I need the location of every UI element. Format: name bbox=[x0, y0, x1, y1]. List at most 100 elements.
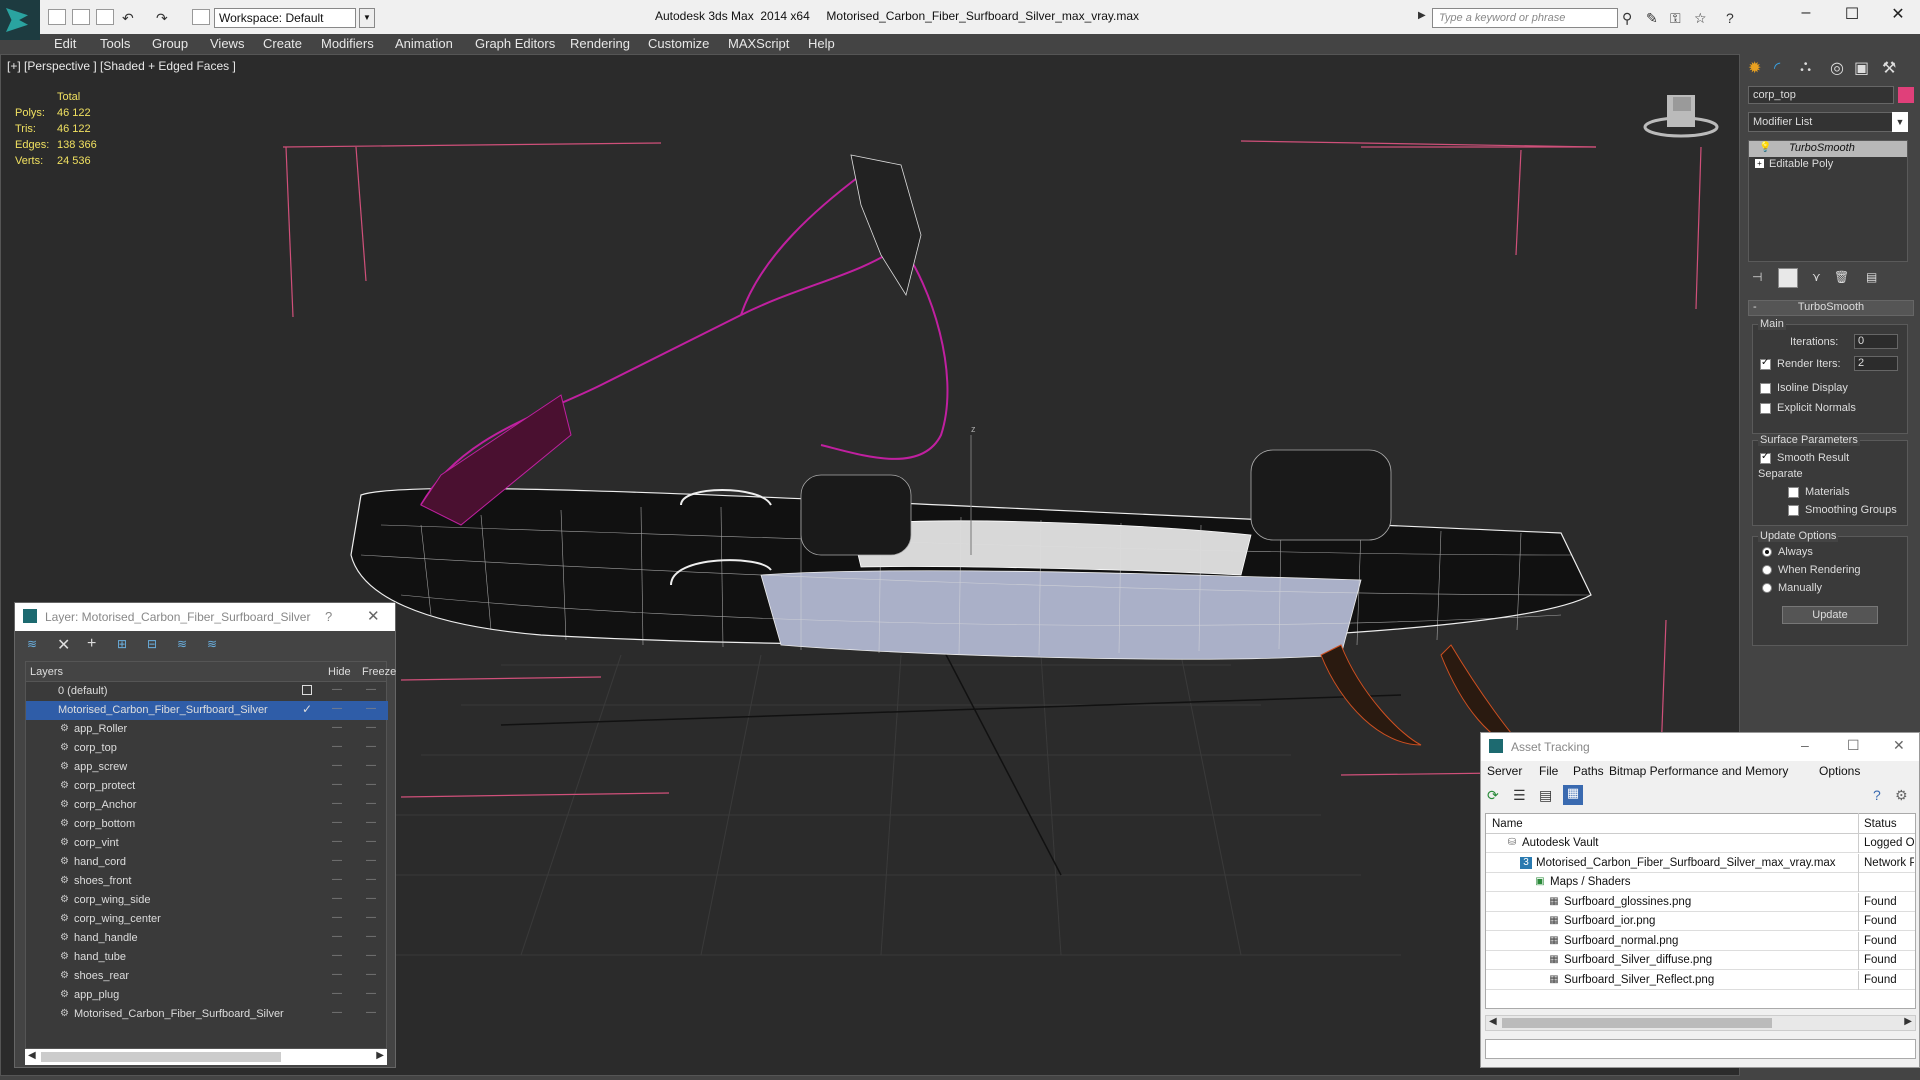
hide-toggle-icon[interactable]: — bbox=[332, 988, 342, 999]
new-file-icon[interactable] bbox=[48, 9, 66, 25]
scroll-right-icon[interactable]: ▶ bbox=[1904, 1016, 1912, 1027]
render-iters-toggle[interactable]: Render Iters: bbox=[1760, 357, 1841, 370]
layer-object-row[interactable]: ⚙ corp_bottom — — bbox=[26, 815, 388, 834]
help-button[interactable]: ? bbox=[325, 609, 332, 624]
when-rendering-radio[interactable] bbox=[1762, 565, 1772, 576]
object-color-swatch[interactable] bbox=[1898, 87, 1914, 103]
freeze-toggle-icon[interactable]: — bbox=[366, 722, 376, 733]
highlight-layer-icon[interactable]: ≋ bbox=[177, 637, 187, 651]
menu-animation[interactable]: Animation bbox=[395, 36, 453, 51]
binoculars-icon[interactable]: ⚲ bbox=[1622, 10, 1632, 27]
settings-icon[interactable]: ⚙ bbox=[1895, 787, 1908, 804]
layer-object-row[interactable]: ⚙ app_screw — — bbox=[26, 758, 388, 777]
active-layer-icon[interactable] bbox=[302, 685, 312, 695]
undo-icon[interactable]: ↶ bbox=[122, 10, 134, 27]
help-icon[interactable]: ? bbox=[1726, 10, 1734, 26]
column-divider[interactable] bbox=[1858, 813, 1859, 833]
scroll-left-icon[interactable]: ◀ bbox=[1489, 1016, 1497, 1027]
hide-toggle-icon[interactable]: — bbox=[332, 893, 342, 904]
smoothing-groups-checkbox[interactable] bbox=[1788, 504, 1799, 516]
smooth-result-toggle[interactable]: Smooth Result bbox=[1760, 451, 1849, 464]
hide-toggle-icon[interactable]: — bbox=[332, 817, 342, 828]
hide-toggle-icon[interactable]: — bbox=[332, 798, 342, 809]
col-hide[interactable]: Hide bbox=[328, 666, 351, 678]
asset-horizontal-scrollbar[interactable]: ◀ ▶ bbox=[1485, 1015, 1916, 1031]
hide-toggle-icon[interactable]: — bbox=[332, 741, 342, 752]
freeze-toggle-icon[interactable]: — bbox=[366, 969, 376, 980]
freeze-toggle-icon[interactable]: — bbox=[366, 798, 376, 809]
asset-row[interactable]: 3 Motorised_Carbon_Fiber_Surfboard_Silver… bbox=[1486, 853, 1915, 873]
scroll-left-icon[interactable]: ◀ bbox=[28, 1050, 36, 1061]
layer-horizontal-scrollbar[interactable]: ◀ ▶ bbox=[25, 1049, 387, 1065]
freeze-toggle-icon[interactable]: — bbox=[366, 836, 376, 847]
remove-modifier-icon[interactable]: 🗑 bbox=[1834, 270, 1849, 284]
menu-server[interactable]: Server bbox=[1487, 764, 1522, 778]
hide-toggle-icon[interactable]: — bbox=[332, 931, 342, 942]
close-icon[interactable]: ✕ bbox=[1878, 4, 1918, 24]
layer-object-row[interactable]: ⚙ app_Roller — — bbox=[26, 720, 388, 739]
isoline-checkbox[interactable] bbox=[1760, 382, 1771, 394]
layer-object-row[interactable]: ⚙ corp_Anchor — — bbox=[26, 796, 388, 815]
delete-layer-icon[interactable]: ✕ bbox=[57, 635, 70, 655]
hide-all-layers-icon[interactable]: ≋ bbox=[207, 637, 217, 651]
hide-toggle-icon[interactable]: — bbox=[332, 684, 342, 695]
manually-radio[interactable] bbox=[1762, 583, 1772, 594]
asset-path-field[interactable] bbox=[1485, 1039, 1916, 1059]
make-unique-icon[interactable]: ⋎ bbox=[1812, 270, 1821, 284]
search-input[interactable]: Type a keyword or phrase bbox=[1432, 8, 1618, 28]
hide-toggle-icon[interactable]: — bbox=[332, 703, 342, 714]
update-button[interactable]: Update bbox=[1782, 606, 1878, 624]
freeze-toggle-icon[interactable]: — bbox=[366, 817, 376, 828]
menu-edit[interactable]: Edit bbox=[54, 36, 76, 51]
freeze-toggle-icon[interactable]: — bbox=[366, 760, 376, 771]
key-icon[interactable]: ⚿ bbox=[1670, 10, 1681, 27]
create-layer-icon[interactable]: + bbox=[87, 635, 96, 653]
show-end-result-icon[interactable] bbox=[1778, 268, 1798, 288]
maximize-icon[interactable]: ☐ bbox=[1847, 737, 1860, 754]
help-icon[interactable]: ? bbox=[1873, 787, 1881, 803]
close-icon[interactable]: ✕ bbox=[367, 607, 380, 625]
col-layers[interactable]: Layers bbox=[30, 666, 63, 678]
search-expand-icon[interactable]: ▶ bbox=[1418, 10, 1426, 21]
freeze-toggle-icon[interactable]: — bbox=[366, 855, 376, 866]
scrollbar-thumb[interactable] bbox=[1502, 1018, 1772, 1028]
hide-toggle-icon[interactable]: — bbox=[332, 950, 342, 961]
layer-object-row[interactable]: ⚙ corp_wing_side — — bbox=[26, 891, 388, 910]
open-file-icon[interactable] bbox=[72, 9, 90, 25]
display-tab-icon[interactable]: ▣ bbox=[1854, 58, 1869, 78]
stack-item-editable-poly[interactable]: Editable Poly bbox=[1749, 157, 1907, 173]
col-status[interactable]: Status bbox=[1864, 818, 1897, 830]
layer-object-row[interactable]: ⚙ hand_handle — — bbox=[26, 929, 388, 948]
redo-icon[interactable]: ↷ bbox=[156, 10, 168, 27]
table-view-icon[interactable]: ▦ bbox=[1563, 785, 1583, 805]
communication-center-icon[interactable]: ✎ bbox=[1646, 10, 1658, 27]
create-tab-icon[interactable]: ✹ bbox=[1748, 58, 1761, 78]
workspace-dropdown[interactable]: Workspace: Default ▼ bbox=[214, 8, 375, 28]
menu-paths[interactable]: Paths bbox=[1573, 764, 1604, 778]
close-icon[interactable]: ✕ bbox=[1893, 737, 1905, 754]
menu-options[interactable]: Options bbox=[1819, 764, 1860, 778]
hide-toggle-icon[interactable]: — bbox=[332, 722, 342, 733]
menu-modifiers[interactable]: Modifiers bbox=[321, 36, 374, 51]
layer-window-titlebar[interactable]: Layer: Motorised_Carbon_Fiber_Surfboard_… bbox=[15, 603, 395, 631]
col-freeze[interactable]: Freeze bbox=[362, 666, 396, 678]
materials-toggle[interactable]: Materials bbox=[1788, 486, 1850, 498]
freeze-toggle-icon[interactable]: — bbox=[366, 988, 376, 999]
freeze-toggle-icon[interactable]: — bbox=[366, 684, 376, 695]
materials-checkbox[interactable] bbox=[1788, 486, 1799, 498]
add-to-layer-icon[interactable]: ⊞ bbox=[117, 637, 127, 651]
stack-item-turbosmooth[interactable]: TurboSmooth bbox=[1749, 141, 1907, 157]
hide-toggle-icon[interactable]: — bbox=[332, 874, 342, 885]
asset-row[interactable]: ▦ Surfboard_ior.png Found bbox=[1486, 912, 1915, 931]
menu-create[interactable]: Create bbox=[263, 36, 302, 51]
asset-tracking-titlebar[interactable]: Asset Tracking – ☐ ✕ bbox=[1481, 733, 1919, 761]
freeze-toggle-icon[interactable]: — bbox=[366, 931, 376, 942]
layer-object-row[interactable]: ⚙ app_plug — — bbox=[26, 986, 388, 1005]
maximize-icon[interactable]: ☐ bbox=[1832, 4, 1872, 24]
minimize-icon[interactable]: – bbox=[1801, 737, 1809, 753]
scroll-right-icon[interactable]: ▶ bbox=[376, 1050, 384, 1061]
asset-row[interactable]: ▦ Surfboard_Silver_diffuse.png Found bbox=[1486, 951, 1915, 970]
freeze-toggle-icon[interactable]: — bbox=[366, 703, 376, 714]
hide-toggle-icon[interactable]: — bbox=[332, 969, 342, 980]
layer-object-row[interactable]: ⚙ corp_top — — bbox=[26, 739, 388, 758]
